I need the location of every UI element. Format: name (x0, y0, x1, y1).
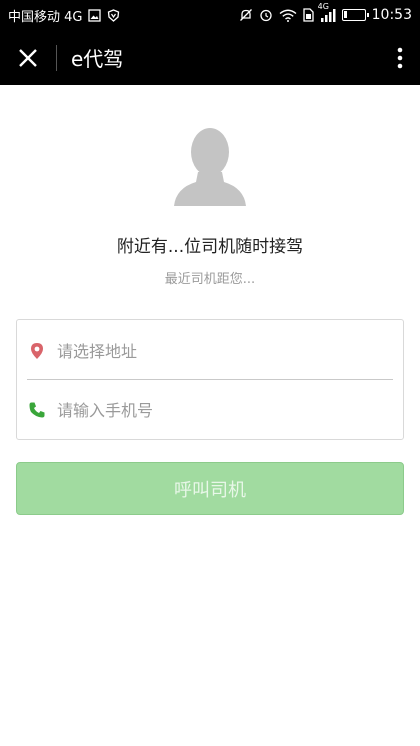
phone-row[interactable] (17, 381, 403, 439)
page-title: e代驾 (71, 47, 124, 71)
driver-avatar (174, 124, 246, 206)
person-silhouette-icon (174, 128, 246, 206)
battery-level (343, 11, 347, 18)
clock: 10:53 (371, 7, 412, 23)
carrier-label: 中国移动 4G (8, 9, 83, 25)
form-divider (27, 379, 393, 380)
network-type-label: 4G (317, 2, 329, 11)
location-pin-icon (17, 342, 57, 360)
nearby-drivers-headline: 附近有...位司机随时接驾 (116, 237, 304, 257)
nearest-driver-distance: 最近司机距您... (164, 272, 256, 287)
status-left: 中国移动 4G (8, 6, 120, 25)
order-form (16, 319, 404, 440)
battery-icon (341, 9, 369, 21)
status-right: 4G 10:53 (239, 2, 412, 23)
close-button[interactable] (0, 30, 56, 85)
status-bar: 中国移动 4G 4G 10:53 (0, 0, 420, 30)
sim-icon (302, 8, 314, 22)
wifi-icon (279, 9, 297, 22)
phone-icon (17, 401, 57, 419)
close-icon (19, 48, 37, 67)
mute-icon (239, 8, 253, 22)
image-icon (88, 8, 102, 22)
shield-icon (107, 8, 120, 22)
screen: 中国移动 4G 4G 10:53 e代驾 附近有...位司机随时接驾 最近司机距… (0, 0, 420, 746)
more-vertical-icon (397, 47, 403, 68)
phone-input[interactable] (57, 400, 377, 420)
address-row[interactable] (17, 322, 403, 380)
title-divider (56, 44, 57, 71)
signal-icon: 4G (318, 2, 336, 22)
more-menu-button[interactable] (380, 30, 420, 85)
address-input[interactable] (57, 341, 377, 361)
call-driver-button[interactable]: 呼叫司机 (16, 462, 404, 515)
title-bar: e代驾 (0, 30, 420, 85)
alarm-icon (259, 8, 273, 22)
